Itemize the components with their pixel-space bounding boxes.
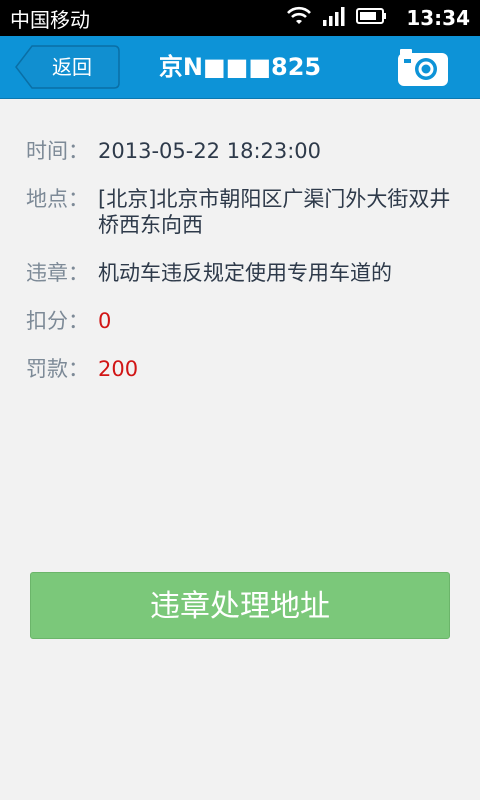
fine-label: 罚款： <box>26 357 89 381</box>
battery-icon <box>356 6 388 30</box>
signal-icon <box>322 6 346 31</box>
violation-value: 机动车违反规定使用专用车道的 <box>98 261 392 285</box>
back-button-label: 返回 <box>52 55 92 79</box>
detail-row-points: 扣分： 0 <box>26 308 466 334</box>
location-label: 地点： <box>26 187 89 211</box>
time-value: 2013-05-22 18:23:00 <box>98 139 322 163</box>
detail-row-location: 地点： [北京]北京市朝阳区广渠门外大街双井桥西东向西 <box>26 186 466 238</box>
location-value: [北京]北京市朝阳区广渠门外大街双井桥西东向西 <box>98 187 451 237</box>
clock: 13:34 <box>406 6 470 30</box>
status-bar: 中国移动 13:34 <box>0 0 480 36</box>
nav-bar: 返回 京N■■■825 <box>0 36 480 99</box>
violation-details: 时间： 2013-05-22 18:23:00 地点： [北京]北京市朝阳区广渠… <box>26 138 466 404</box>
time-label: 时间： <box>26 139 89 163</box>
fine-value: 200 <box>98 357 139 381</box>
points-label: 扣分： <box>26 309 89 333</box>
violation-label: 违章： <box>26 261 89 285</box>
detail-row-violation: 违章： 机动车违反规定使用专用车道的 <box>26 260 466 286</box>
carrier-name: 中国移动 <box>10 7 90 32</box>
violation-address-button[interactable]: 违章处理地址 <box>30 572 450 639</box>
wifi-icon <box>286 6 312 31</box>
status-icons: 13:34 <box>286 6 470 31</box>
plate-number-title: 京N■■■825 <box>158 53 322 81</box>
camera-button[interactable] <box>396 46 450 88</box>
detail-row-time: 时间： 2013-05-22 18:23:00 <box>26 138 466 164</box>
detail-row-fine: 罚款： 200 <box>26 356 466 382</box>
back-button[interactable]: 返回 <box>14 45 120 89</box>
camera-icon <box>398 49 448 86</box>
points-value: 0 <box>98 309 112 333</box>
